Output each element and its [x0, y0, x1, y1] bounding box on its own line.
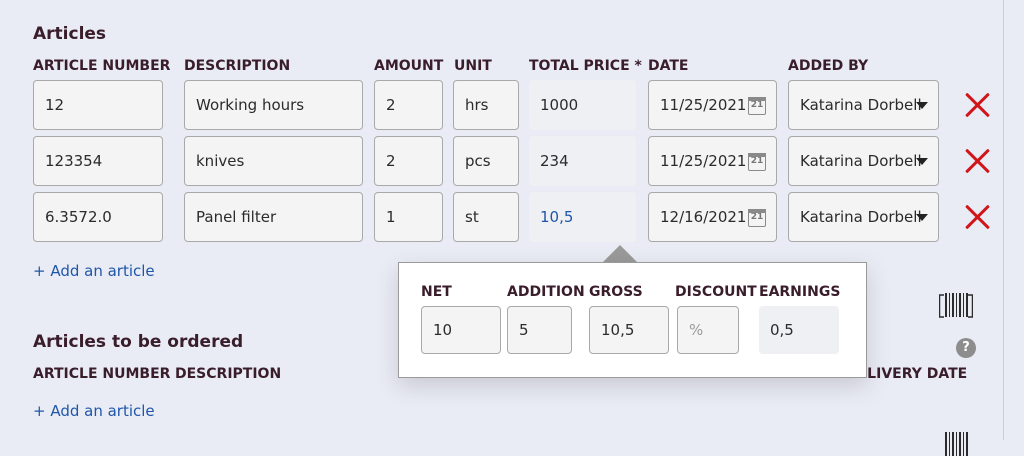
order-header-article-number: ARTICLE NUMBER	[33, 366, 171, 382]
date-field[interactable]: 12/16/2021 21	[648, 192, 777, 242]
delete-x-icon[interactable]	[964, 92, 990, 118]
calendar-icon[interactable]: 21	[748, 209, 766, 227]
total-price-field[interactable]: 234	[529, 136, 636, 186]
addition-field[interactable]: 5	[507, 306, 572, 354]
added-by-value: Katarina Dorbell	[800, 208, 922, 226]
popup-header-gross: GROSS	[589, 284, 643, 300]
unit-field[interactable]: pcs	[453, 136, 519, 186]
article-number-field[interactable]: 123354	[33, 136, 163, 186]
popup-header-earnings: EARNINGS	[759, 284, 841, 300]
header-unit: UNIT	[454, 58, 492, 74]
calendar-icon[interactable]: 21	[748, 97, 766, 115]
net-field[interactable]: 10	[421, 306, 501, 354]
article-number-field[interactable]: 6.3572.0	[33, 192, 163, 242]
help-icon[interactable]: ?	[956, 338, 976, 358]
header-added-by: ADDED BY	[788, 58, 869, 74]
amount-field[interactable]: 2	[374, 136, 443, 186]
articles-to-order-title: Articles to be ordered	[33, 332, 244, 352]
popup-header-addition: ADDITION	[507, 284, 585, 300]
popup-header-net: NET	[421, 284, 452, 300]
added-by-value: Katarina Dorbell	[800, 96, 922, 114]
delete-x-icon[interactable]	[964, 148, 990, 174]
dropdown-caret-icon	[916, 158, 928, 165]
added-by-select[interactable]: Katarina Dorbell	[788, 80, 939, 130]
header-date: DATE	[648, 58, 689, 74]
added-by-select[interactable]: Katarina Dorbell	[788, 136, 939, 186]
added-by-value: Katarina Dorbell	[800, 152, 922, 170]
articles-title: Articles	[33, 24, 107, 44]
total-price-field[interactable]: 1000	[529, 80, 636, 130]
header-total-price: TOTAL PRICE *	[529, 58, 642, 74]
description-field[interactable]: Working hours	[184, 80, 363, 130]
date-value: 11/25/2021	[660, 152, 747, 170]
article-number-field[interactable]: 12	[33, 80, 163, 130]
date-field[interactable]: 11/25/2021 21	[648, 80, 777, 130]
price-breakdown-popup: NET ADDITION GROSS DISCOUNT EARNINGS 10 …	[398, 262, 867, 378]
popup-header-discount: DISCOUNT	[675, 284, 757, 300]
header-amount: AMOUNT	[374, 58, 444, 74]
header-description: DESCRIPTION	[184, 58, 291, 74]
amount-field[interactable]: 1	[374, 192, 443, 242]
amount-field[interactable]: 2	[374, 80, 443, 130]
barcode-icon[interactable]	[939, 292, 973, 320]
dropdown-caret-icon	[916, 214, 928, 221]
unit-field[interactable]: st	[453, 192, 519, 242]
add-order-article-link[interactable]: + Add an article	[33, 402, 155, 420]
popup-arrow	[603, 245, 637, 262]
header-article-number: ARTICLE NUMBER	[33, 58, 171, 74]
dropdown-caret-icon	[916, 102, 928, 109]
added-by-select[interactable]: Katarina Dorbell	[788, 192, 939, 242]
calendar-icon[interactable]: 21	[748, 153, 766, 171]
description-field[interactable]: knives	[184, 136, 363, 186]
delete-x-icon[interactable]	[964, 204, 990, 230]
gross-field[interactable]: 10,5	[589, 306, 669, 354]
description-field[interactable]: Panel filter	[184, 192, 363, 242]
date-value: 11/25/2021	[660, 96, 747, 114]
add-article-link[interactable]: + Add an article	[33, 262, 155, 280]
date-field[interactable]: 11/25/2021 21	[648, 136, 777, 186]
barcode-icon[interactable]	[939, 428, 973, 456]
earnings-field: 0,5	[759, 306, 839, 354]
discount-field[interactable]: %	[677, 306, 739, 354]
date-value: 12/16/2021	[660, 208, 747, 226]
order-header-description: DESCRIPTION	[175, 366, 282, 382]
total-price-field-active[interactable]: 10,5	[529, 192, 636, 242]
unit-field[interactable]: hrs	[453, 80, 519, 130]
